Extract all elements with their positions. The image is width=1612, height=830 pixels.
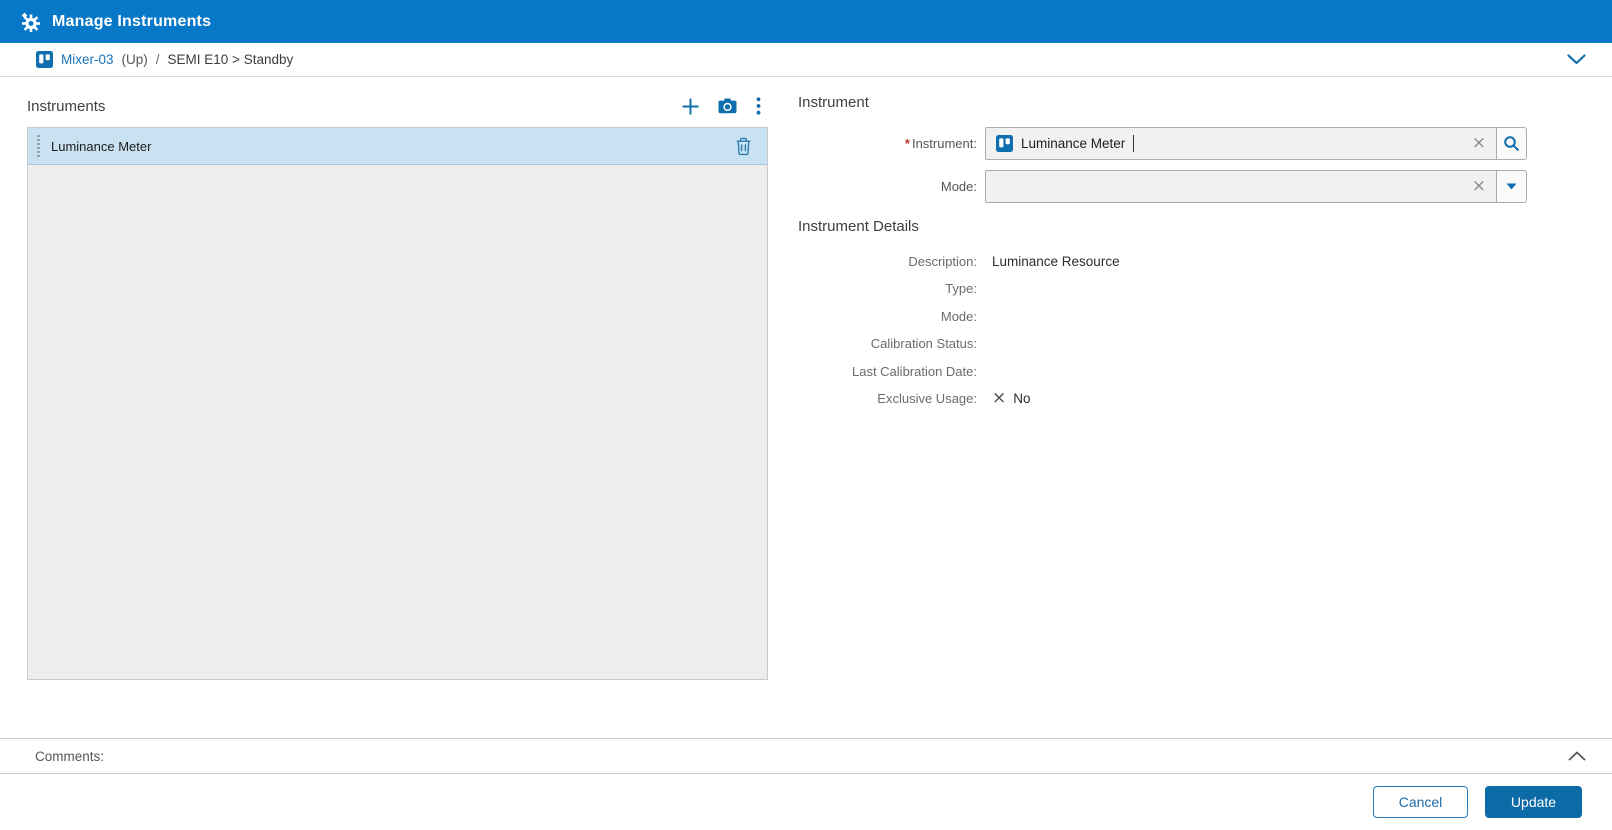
trash-icon (736, 137, 751, 155)
detail-row-type: Type: (945, 281, 977, 296)
x-mark-icon: × (992, 388, 1007, 408)
detail-row-last-calibration-date: Last Calibration Date: (851, 363, 977, 379)
chevron-down-icon[interactable] (1567, 54, 1586, 65)
required-marker: * (904, 136, 910, 151)
list-item[interactable]: Luminance Meter (28, 128, 767, 165)
camera-button[interactable] (716, 96, 739, 116)
clear-icon[interactable]: × (1472, 135, 1486, 152)
comments-bar: Comments: (0, 738, 1612, 773)
clear-icon[interactable]: × (1472, 178, 1486, 195)
search-icon (1504, 136, 1520, 152)
equipment-icon (996, 135, 1013, 152)
instruments-panel-title: Instruments (27, 97, 106, 115)
instrument-field-row: * Instrument: Luminance Meter × (798, 127, 1527, 160)
instrument-input-value: Luminance Meter (1021, 136, 1126, 151)
comments-label: Comments: (35, 748, 105, 764)
mode-combo: × (985, 170, 1527, 203)
breadcrumb-state: SEMI E10 > Standby (167, 52, 294, 67)
manage-instruments-window: Manage Instruments Mixer-03 (Up) / SEMI … (0, 0, 1612, 830)
drag-handle[interactable] (37, 135, 40, 157)
delete-instrument-button[interactable] (733, 135, 754, 158)
mode-field-row: Mode: × (798, 170, 1527, 203)
instrument-input[interactable]: Luminance Meter × (985, 127, 1497, 160)
description-value: Luminance Resource (992, 253, 1120, 269)
instruments-panel: Instruments Luminance Meter (27, 94, 768, 738)
add-instrument-button[interactable] (680, 96, 701, 117)
kebab-menu-icon (756, 97, 761, 115)
mode-field-label: Mode: (940, 179, 977, 194)
detail-row-exclusive-usage: Exclusive Usage: × No (877, 388, 1031, 408)
update-button[interactable]: Update (1485, 786, 1582, 818)
breadcrumb-direction: (Up) (121, 52, 148, 67)
instrument-list: Luminance Meter (27, 127, 768, 680)
mode-dropdown-button[interactable] (1496, 170, 1527, 203)
instrument-combo: Luminance Meter × (985, 127, 1527, 160)
instrument-details-title: Instrument Details (798, 218, 919, 235)
instrument-field-label: * Instrument: (904, 136, 977, 151)
exclusive-usage-value: × No (992, 388, 1031, 408)
cancel-button[interactable]: Cancel (1373, 786, 1468, 818)
page-title: Manage Instruments (52, 12, 212, 30)
detail-row-mode: Mode: (940, 308, 977, 324)
main-content: Instruments Luminance Meter Instrument *… (0, 77, 1612, 738)
title-bar: Manage Instruments (0, 0, 1612, 43)
instrument-form: Instrument * Instrument: Luminance Meter… (798, 94, 1527, 738)
breadcrumb-separator: / (155, 52, 160, 67)
breadcrumb: Mixer-03 (Up) / SEMI E10 > Standby (0, 43, 1612, 77)
instruments-panel-actions (680, 95, 768, 117)
more-options-button[interactable] (754, 95, 763, 117)
camera-icon (718, 98, 737, 114)
text-cursor (1133, 135, 1135, 152)
chevron-up-icon[interactable] (1568, 751, 1586, 761)
breadcrumb-equipment-link[interactable]: Mixer-03 (61, 52, 114, 67)
equipment-icon (36, 51, 53, 68)
dropdown-arrow-icon (1506, 183, 1517, 190)
instrument-search-button[interactable] (1496, 127, 1527, 160)
detail-row-description: Description: Luminance Resource (908, 253, 1120, 269)
gear-icon (21, 12, 41, 32)
list-item-label: Luminance Meter (51, 138, 152, 154)
instrument-section-title: Instrument (798, 94, 869, 111)
detail-row-calibration-status: Calibration Status: (870, 336, 977, 351)
plus-icon (682, 98, 699, 114)
footer-action-bar: Cancel Update (0, 773, 1612, 830)
instruments-panel-header: Instruments (27, 94, 768, 118)
mode-input[interactable]: × (985, 170, 1497, 203)
